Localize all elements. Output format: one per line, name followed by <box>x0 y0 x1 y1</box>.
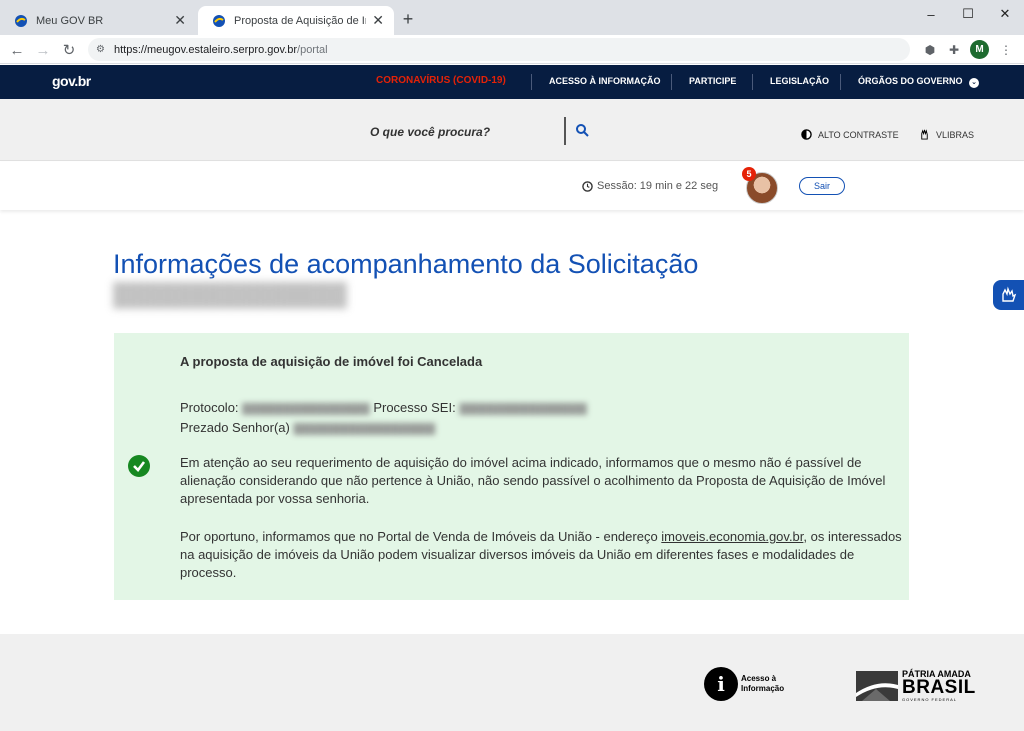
protocolo-label: Protocolo: <box>180 400 239 415</box>
session-timer-label: Sessão: 19 min e 22 seg <box>597 180 719 192</box>
address-bar[interactable]: ⚙ https://meugov.estaleiro.serpro.gov.br… <box>88 38 910 61</box>
logout-button[interactable]: Sair <box>799 177 845 195</box>
extensions-puzzle-icon[interactable]: ✚ <box>944 40 964 60</box>
close-window-button[interactable]: ✕ <box>986 0 1024 28</box>
nav-coronavirus[interactable]: CORONAVÍRUS (COVID-19) <box>376 75 506 86</box>
acesso-informacao-logo[interactable]: i Acesso à Informação <box>704 667 784 701</box>
govbr-favicon-icon <box>213 14 225 27</box>
clock-icon <box>582 180 593 192</box>
prezado-label: Prezado Senhor(a) <box>180 420 290 435</box>
page-title: Informações de acompanhamento da Solicit… <box>113 250 733 309</box>
tab-title: Meu GOV BR <box>36 14 104 27</box>
alert-heading: A proposta de aquisição de imóvel foi Ca… <box>180 354 483 369</box>
close-tab-icon[interactable]: ✕ <box>372 12 384 29</box>
notification-badge[interactable]: 5 <box>742 167 756 181</box>
search-band: O que você procura? ALTO CONTRASTE VLIBR… <box>0 99 1024 161</box>
search-divider <box>564 117 566 145</box>
browser-toolbar: ← → ↻ ⚙ https://meugov.estaleiro.serpro.… <box>0 35 1024 64</box>
nav-orgaos-governo[interactable]: ÓRGÃOS DO GOVERNO ⌄ <box>858 76 980 88</box>
hand-icon <box>921 129 928 140</box>
high-contrast-button[interactable]: ALTO CONTRASTE <box>801 129 899 140</box>
redacted-request-number: ███████████████ <box>113 282 347 307</box>
nav-divider <box>531 74 532 90</box>
nav-legislacao[interactable]: LEGISLAÇÃO <box>770 76 829 86</box>
alert-paragraph-1: Em atenção ao seu requerimento de aquisi… <box>180 455 886 506</box>
page-title-text: Informações de acompanhamento da Solicit… <box>113 249 699 279</box>
reload-icon[interactable]: ↻ <box>58 39 80 61</box>
search-icon[interactable] <box>575 123 589 137</box>
url-host: https://meugov.estaleiro.serpro.gov.br <box>114 43 298 56</box>
menu-kebab-icon[interactable]: ⋮ <box>996 40 1016 60</box>
redacted-processo: ██████████████████ <box>459 404 587 415</box>
footer: i Acesso à Informação PÁTRIA AMADA BRASI… <box>0 634 1024 731</box>
imoveis-link[interactable]: imoveis.economia.gov.br <box>661 529 803 544</box>
browser-tab-meu-gov[interactable]: Meu GOV BR ✕ <box>0 6 196 35</box>
nav-orgaos-label: ÓRGÃOS DO GOVERNO <box>858 76 963 86</box>
patria-amada-brasil-logo: PÁTRIA AMADA BRASIL GOVERNO FEDERAL <box>856 670 976 702</box>
high-contrast-label: ALTO CONTRASTE <box>818 129 899 140</box>
site-info-icon[interactable]: ⚙ <box>96 44 108 56</box>
close-tab-icon[interactable]: ✕ <box>174 12 186 29</box>
brasil-flag-icon <box>856 671 898 701</box>
alert-identifiers: Protocolo: ██████████████████ Processo S… <box>180 399 905 439</box>
nav-participe[interactable]: PARTICIPE <box>689 76 736 86</box>
alert-paragraph-2: Por oportuno, informamos que no Portal d… <box>180 528 905 582</box>
nav-divider <box>671 74 672 90</box>
minimize-button[interactable]: – <box>912 0 950 28</box>
contrast-icon <box>801 129 812 140</box>
patria-line-2: BRASIL <box>902 677 976 698</box>
forward-arrow-icon[interactable]: → <box>32 39 54 61</box>
sign-language-icon <box>1002 286 1017 302</box>
tab-title: Proposta de Aquisição de Imóvel <box>234 14 366 27</box>
profile-avatar[interactable]: M <box>970 40 989 59</box>
govbr-logo[interactable]: gov.br <box>52 73 91 89</box>
new-tab-button[interactable]: + <box>398 9 418 30</box>
browser-tab-bar: Meu GOV BR ✕ Proposta de Aquisição de Im… <box>0 0 1024 35</box>
patria-text: PÁTRIA AMADA BRASIL GOVERNO FEDERAL <box>902 670 976 703</box>
check-circle-icon <box>128 455 150 477</box>
nav-divider <box>840 74 841 90</box>
maximize-button[interactable]: ☐ <box>949 0 987 28</box>
shield-extension-icon[interactable]: ⬢ <box>920 40 940 60</box>
success-alert: A proposta de aquisição de imóvel foi Ca… <box>114 333 909 600</box>
browser-tab-proposta[interactable]: Proposta de Aquisição de Imóvel ✕ <box>198 6 394 35</box>
info-icon: i <box>704 667 738 701</box>
redacted-protocolo: ██████████████████ <box>242 404 370 415</box>
govbr-favicon-icon <box>15 14 27 27</box>
nav-divider <box>752 74 753 90</box>
search-input[interactable]: O que você procura? <box>370 125 490 139</box>
govbr-header: gov.br CORONAVÍRUS (COVID-19) ACESSO À I… <box>0 65 1024 99</box>
alert-paragraph-2-start: Por oportuno, informamos que no Portal d… <box>180 529 662 544</box>
acesso-informacao-text: Acesso à Informação <box>741 674 784 694</box>
back-arrow-icon[interactable]: ← <box>6 39 28 61</box>
redacted-name: ████████████████████ <box>293 424 436 435</box>
session-band: Sessão: 19 min e 22 seg 5 Sair <box>0 162 1024 210</box>
session-timer: Sessão: 19 min e 22 seg <box>582 180 718 192</box>
acesso-line-1: Acesso à <box>741 674 777 683</box>
acesso-line-2: Informação <box>741 684 785 693</box>
nav-acesso-informacao[interactable]: ACESSO À INFORMAÇÃO <box>549 76 661 86</box>
processo-label: Processo SEI: <box>373 400 456 415</box>
chevron-down-icon: ⌄ <box>969 78 980 88</box>
vlibras-widget[interactable] <box>993 280 1024 310</box>
vlibras-label: VLIBRAS <box>936 129 975 140</box>
vlibras-button[interactable]: VLIBRAS <box>919 129 974 140</box>
url-path: /portal <box>297 43 328 56</box>
